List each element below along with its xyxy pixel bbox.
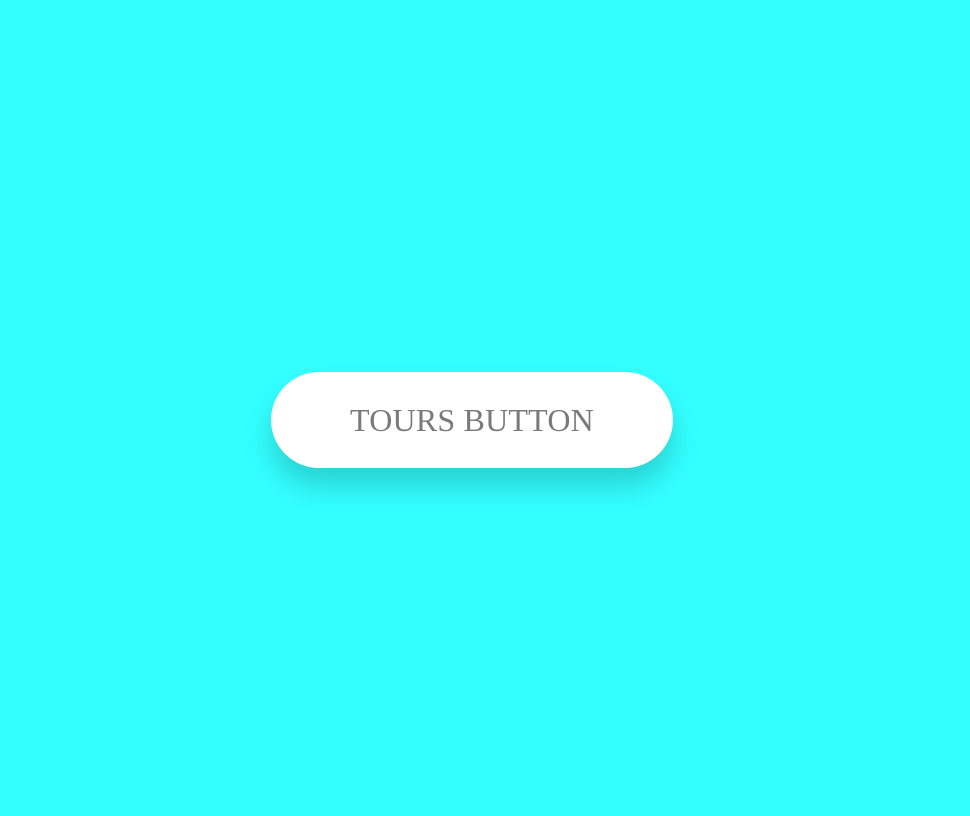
page-background: TOURS BUTTON — [0, 0, 970, 816]
tours-button[interactable]: TOURS BUTTON — [271, 372, 673, 468]
tours-button-label: TOURS BUTTON — [350, 402, 594, 438]
